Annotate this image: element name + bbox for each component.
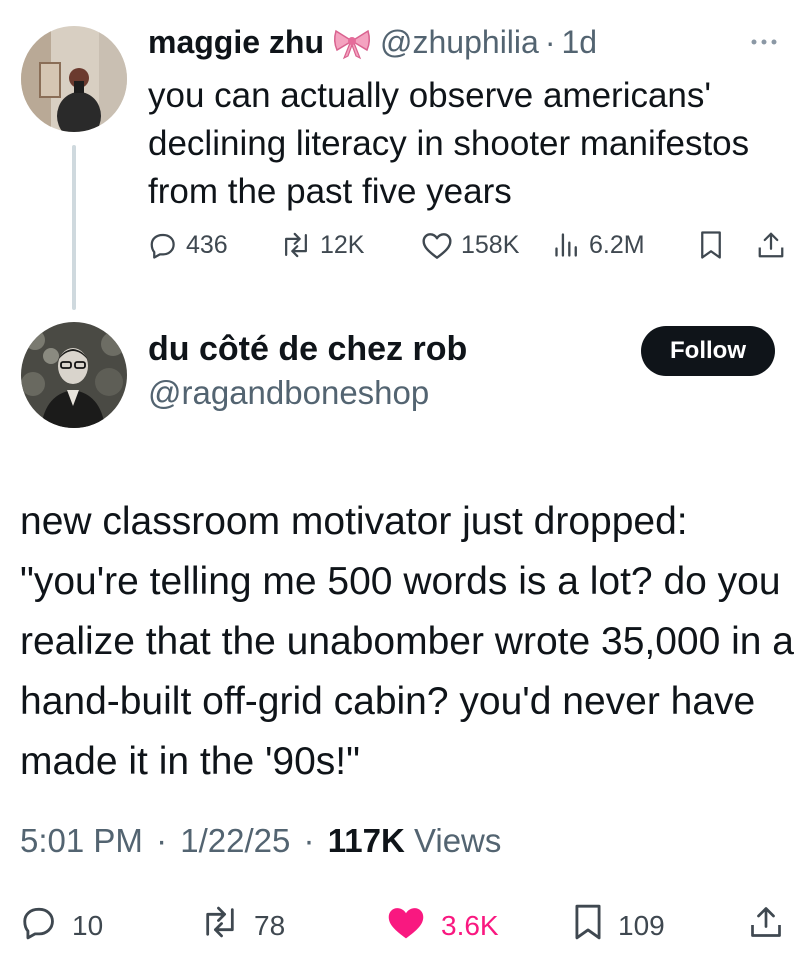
bookmark-icon (698, 230, 724, 260)
views-icon (553, 230, 581, 260)
tweet2-reply-count: 10 (72, 909, 104, 941)
tweet1-header: maggie zhu @zhuphilia · 1d (148, 24, 597, 61)
tweet1-views-count: 6.2M (589, 230, 645, 259)
tweet1-bookmark-button[interactable] (698, 230, 724, 260)
heart-filled-icon (385, 903, 427, 948)
meta-separator: · (303, 822, 315, 859)
tweet2-time[interactable]: 5:01 PM (20, 822, 143, 859)
tweet2-repost-button[interactable]: 78 (200, 903, 285, 948)
tweet2-bookmark-count: 109 (618, 909, 665, 941)
tweet2-views-label: Views (413, 822, 502, 859)
repost-icon (200, 903, 240, 948)
tweet1-separator: · (544, 24, 556, 60)
bow-icon (332, 26, 372, 60)
tweet2-like-button[interactable]: 3.6K (385, 903, 499, 948)
tweet2-repost-count: 78 (254, 909, 286, 941)
tweet1-handle[interactable]: @zhuphilia (380, 24, 539, 61)
follow-button[interactable]: Follow (641, 326, 775, 376)
reply-icon (148, 230, 178, 260)
meta-separator: · (156, 822, 168, 859)
share-icon (756, 230, 786, 260)
thread-line (72, 145, 76, 310)
tweet2-date[interactable]: 1/22/25 (180, 822, 290, 859)
tweet1-time[interactable]: 1d (561, 24, 597, 61)
share-icon (748, 903, 784, 948)
tweet1-actions: 436 12K 158K 6.2M (148, 224, 798, 268)
tweet1-repost-button[interactable]: 12K (280, 230, 364, 260)
tweet2-handle[interactable]: @ragandboneshop (148, 374, 429, 412)
more-icon[interactable] (751, 22, 777, 53)
repost-icon (280, 230, 312, 260)
heart-icon (421, 230, 453, 260)
tweet1-display-name[interactable]: maggie zhu (148, 24, 324, 61)
tweet2-share-button[interactable] (748, 903, 784, 948)
tweet2-text: new classroom motivator just dropped: "y… (20, 500, 795, 783)
tweet1-repost-count: 12K (320, 230, 365, 259)
avatar-rob[interactable] (21, 322, 127, 428)
tweet1-like-button[interactable]: 158K (421, 230, 519, 260)
tweet1-reply-button[interactable]: 436 (148, 230, 228, 260)
reply-icon (20, 903, 58, 948)
tweet2-views-count: 117K (327, 822, 405, 859)
tweet1-text: you can actually observe americans' decl… (148, 76, 750, 211)
tweet2-display-name[interactable]: du côté de chez rob (148, 330, 467, 369)
tweet2-like-count: 3.6K (441, 909, 499, 941)
tweet1-like-count: 158K (461, 230, 520, 259)
tweet1-views-button[interactable]: 6.2M (553, 230, 645, 260)
tweet2-reply-button[interactable]: 10 (20, 903, 103, 948)
tweet2-bookmark-button[interactable]: 109 (572, 903, 665, 948)
avatar-maggie[interactable] (21, 26, 127, 132)
tweet2-meta: 5:01 PM · 1/22/25 · 117K Views (20, 822, 501, 860)
bookmark-icon (572, 903, 604, 948)
tweet2-actions: 10 78 3.6K 109 (0, 895, 811, 949)
tweet1-reply-count: 436 (186, 230, 228, 259)
tweet1-share-button[interactable] (756, 230, 786, 260)
